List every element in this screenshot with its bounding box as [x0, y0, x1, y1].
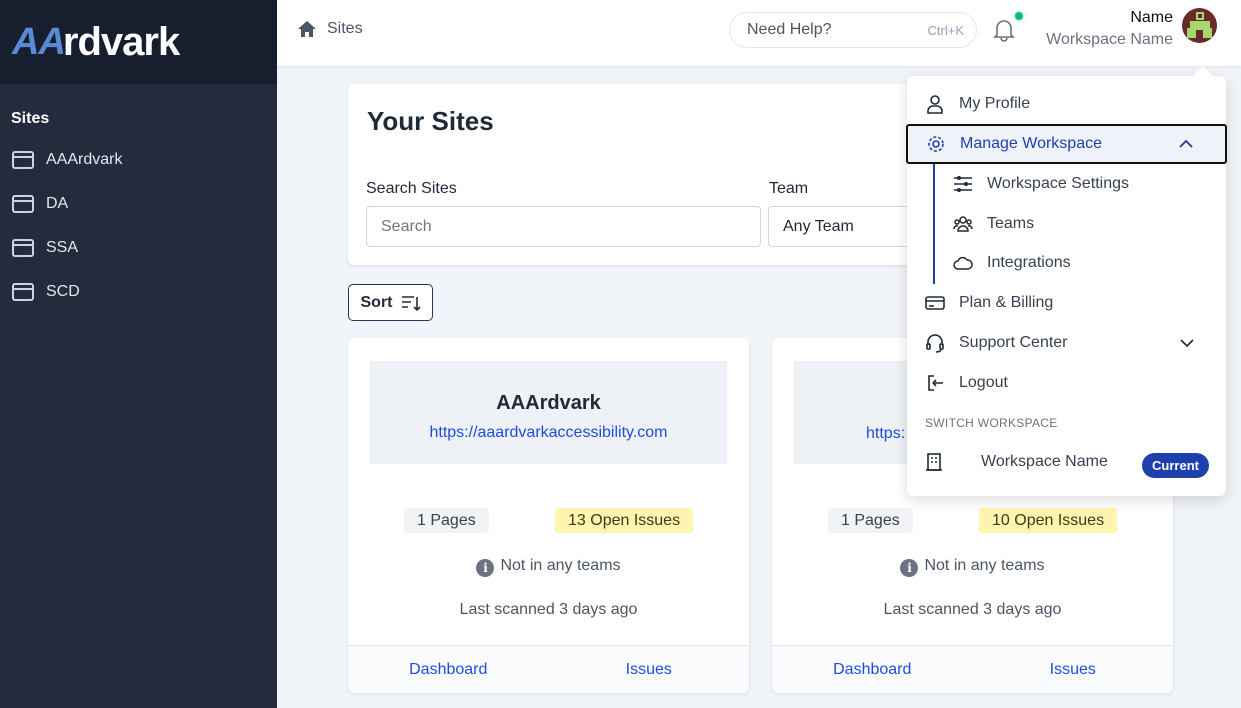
chevron-down-icon: [1180, 339, 1194, 348]
dashboard-link[interactable]: Dashboard: [772, 646, 973, 693]
menu-label: Integrations: [987, 254, 1071, 271]
user-icon: [927, 95, 943, 114]
breadcrumb-sites[interactable]: Sites: [327, 20, 363, 38]
teams-status: Not in any teams: [500, 557, 621, 574]
last-scanned: Last scanned 3 days ago: [883, 601, 1062, 618]
help-placeholder: Need Help?: [747, 21, 832, 38]
user-dropdown-menu: My Profile Manage Workspace Workspace Se…: [906, 76, 1227, 496]
sort-icon: [401, 295, 421, 311]
switch-workspace-heading: SWITCH WORKSPACE: [925, 416, 1058, 430]
browser-window-icon: [12, 283, 34, 301]
site-preview[interactable]: AAArdvark https://aaardvarkaccessibility.…: [370, 361, 727, 464]
building-icon: [926, 453, 942, 471]
sidebar-item-ssa[interactable]: SSA: [0, 226, 277, 270]
open-issues-badge: 10 Open Issues: [979, 508, 1118, 533]
search-sites-label: Search Sites: [366, 180, 457, 197]
top-header: Sites Need Help? Ctrl+K Name Workspace Na…: [277, 0, 1241, 66]
avatar[interactable]: [1182, 8, 1217, 43]
sidebar-item-label: DA: [46, 195, 69, 212]
logout-icon: [928, 375, 943, 391]
menu-label: Support Center: [959, 334, 1068, 351]
page-title: Your Sites: [367, 106, 494, 136]
headset-icon: [926, 334, 944, 353]
sidebar-item-scd[interactable]: SCD: [0, 270, 277, 314]
user-menu-toggle[interactable]: Name Workspace Name: [1046, 9, 1173, 49]
browser-window-icon: [12, 195, 34, 213]
site-card: AAArdvark https://aaardvarkaccessibility.…: [348, 338, 749, 693]
sort-label: Sort: [360, 293, 393, 311]
menu-label: My Profile: [959, 95, 1031, 112]
team-label: Team: [769, 180, 809, 197]
sliders-icon: [954, 176, 972, 192]
sidebar-heading: Sites: [11, 110, 50, 127]
menu-workspace-settings[interactable]: Workspace Settings: [907, 164, 1226, 204]
user-name: Name: [1130, 9, 1173, 26]
sidebar-item-label: AAArdvark: [46, 151, 123, 168]
open-issues-badge: 13 Open Issues: [555, 508, 694, 533]
menu-label: Teams: [987, 215, 1035, 232]
bell-icon[interactable]: [993, 18, 1015, 42]
menu-label: Workspace Name: [981, 453, 1108, 470]
issues-link[interactable]: Issues: [973, 646, 1174, 693]
menu-logout[interactable]: Logout: [907, 363, 1226, 403]
menu-label: Logout: [959, 374, 1008, 391]
sidebar-item-da[interactable]: DA: [0, 182, 277, 226]
keyboard-shortcut: Ctrl+K: [927, 22, 964, 38]
browser-window-icon: [12, 239, 34, 257]
info-icon: i: [476, 559, 495, 577]
menu-manage-workspace[interactable]: Manage Workspace: [906, 124, 1227, 164]
browser-window-icon: [12, 151, 34, 169]
menu-integrations[interactable]: Integrations: [907, 243, 1226, 283]
help-search-button[interactable]: Need Help? Ctrl+K: [729, 12, 977, 48]
menu-label: Plan & Billing: [959, 294, 1054, 311]
issues-link[interactable]: Issues: [549, 646, 750, 693]
pages-badge: 1 Pages: [404, 508, 489, 533]
notification-dot: [1015, 12, 1023, 20]
pages-badge: 1 Pages: [828, 508, 913, 533]
sidebar-item-label: SSA: [46, 239, 79, 256]
teams-status: Not in any teams: [924, 557, 1045, 574]
menu-teams[interactable]: Teams: [907, 204, 1226, 244]
current-badge: Current: [1142, 453, 1209, 478]
site-url[interactable]: https://aaardvarkaccessibility.com: [370, 424, 727, 442]
gear-icon: [928, 136, 944, 152]
chevron-up-icon: [1179, 139, 1193, 148]
logo[interactable]: AA rdvark: [0, 0, 277, 84]
site-title: AAArdvark: [496, 392, 601, 414]
cloud-icon: [953, 256, 973, 270]
info-icon: i: [900, 559, 919, 577]
search-input[interactable]: [366, 206, 761, 247]
menu-label: Manage Workspace: [960, 135, 1102, 152]
sidebar-item-aaardvark[interactable]: AAArdvark: [0, 138, 277, 182]
menu-plan-billing[interactable]: Plan & Billing: [907, 283, 1226, 323]
dashboard-link[interactable]: Dashboard: [348, 646, 549, 693]
menu-my-profile[interactable]: My Profile: [907, 84, 1226, 124]
sort-button[interactable]: Sort: [348, 284, 433, 321]
credit-card-icon: [925, 296, 945, 310]
workspace-name: Workspace Name: [1046, 31, 1173, 48]
sidebar: AA rdvark Sites AAArdvark DA SSA SCD: [0, 0, 277, 708]
breadcrumb[interactable]: Sites: [297, 19, 363, 39]
sidebar-item-label: SCD: [46, 283, 80, 300]
home-icon: [298, 21, 316, 37]
last-scanned: Last scanned 3 days ago: [459, 601, 638, 618]
menu-label: Workspace Settings: [987, 175, 1129, 192]
menu-support-center[interactable]: Support Center: [907, 323, 1226, 363]
users-icon: [953, 216, 973, 232]
